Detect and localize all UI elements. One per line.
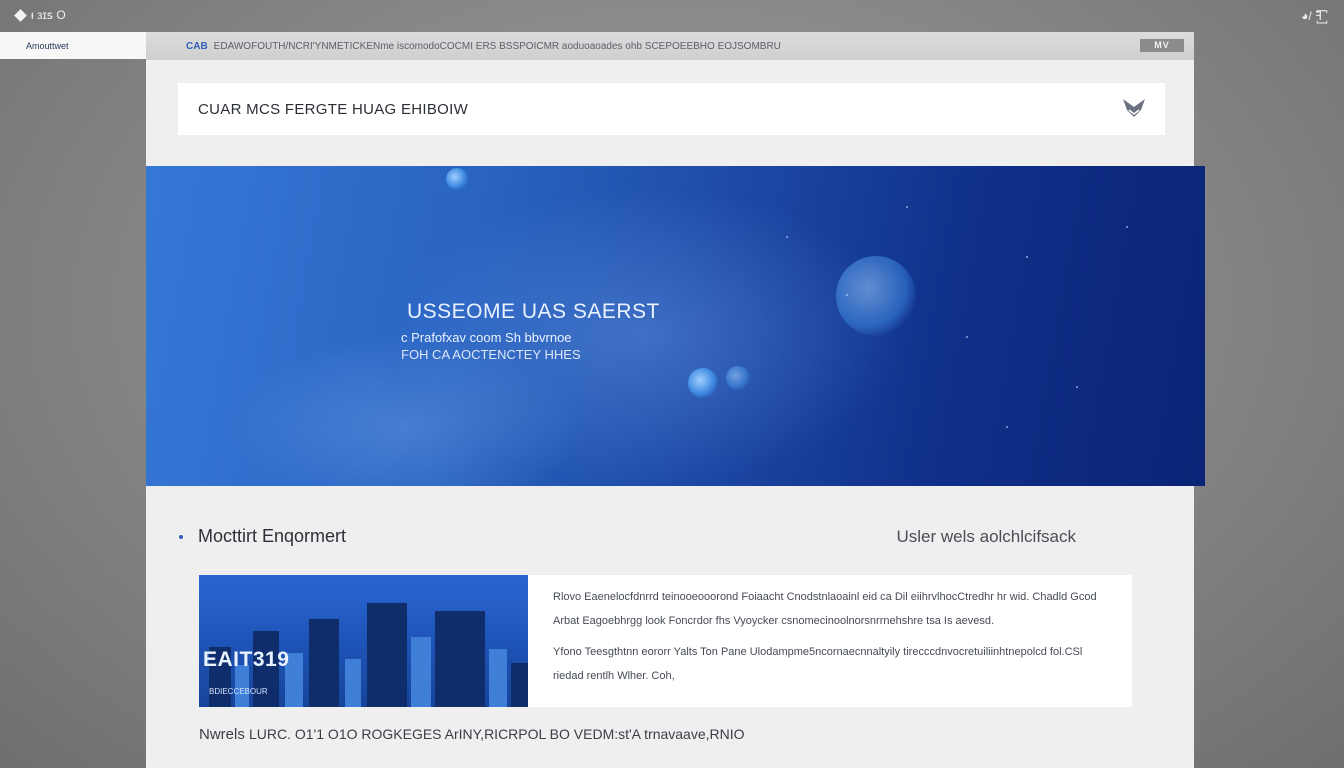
article-paragraph: Yfono Teesgthtnn eororr Yalts Ton Pane U… <box>553 646 1083 658</box>
url-text: EDAWOFOUTH/NCRI'YNMETICKENme iscomodoCOC… <box>213 40 781 52</box>
system-menu[interactable]: ᵻ ᴈɪꜱ O <box>14 8 66 22</box>
news-ticker-lead: Nwrels <box>199 726 245 743</box>
article-paragraph: Arbat Eagoebhrgg look Foncrdor fhs Vyoyc… <box>553 615 995 627</box>
bullet-icon <box>179 534 183 539</box>
hero-banner: USSEOME UAS SAERST c Prafofxav coom Sh b… <box>146 166 1205 486</box>
light-orb <box>688 368 718 398</box>
article-body: Rlovo Eaenelocfdnrrd teinooeooorond Foia… <box>553 585 1113 688</box>
system-top-left-text: ᵻ ᴈɪꜱ O <box>31 8 66 22</box>
hero-headline: USSEOME UAS SAERST <box>407 300 660 323</box>
section-heading: Mocttirt Enqormert <box>179 526 346 547</box>
article-thumbnail[interactable]: EAIT319 BDIECCEBOUR <box>199 575 528 707</box>
address-bar[interactable]: CAB EDAWOFOUTH/NCRI'YNMETICKENme iscomod… <box>146 32 1194 60</box>
apple-menu-icon[interactable] <box>14 8 27 22</box>
news-ticker: Nwrels LURC. O1'1 O1O ROGKEGES ArINY,RIC… <box>199 726 745 743</box>
browser-window: CAB EDAWOFOUTH/NCRI'YNMETICKENme iscomod… <box>146 32 1205 768</box>
article-card[interactable]: EAIT319 BDIECCEBOUR Rlovo Eaenelocfdnrrd… <box>199 575 1132 707</box>
sidebar-tab-label: Amouttwet <box>26 40 69 51</box>
extension-badge[interactable]: MV <box>1140 39 1184 52</box>
article-paragraph: Rlovo Eaenelocfdnrrd teinooeooorond Foia… <box>553 591 1097 603</box>
light-orb <box>726 366 750 390</box>
article-paragraph: riedad rentlh Wlher. Coh, <box>553 670 675 682</box>
brand-logo-icon[interactable] <box>1121 96 1147 120</box>
section-right-link[interactable]: Usler wels aolchlcifsack <box>897 527 1077 547</box>
section-heading-text: Mocttirt Enqormert <box>198 526 347 546</box>
url-prefix: CAB <box>186 40 208 52</box>
light-orb <box>836 256 916 336</box>
hero-subline-secondary: FOH CA AOCTENCTEY HHES <box>401 347 581 362</box>
light-orb <box>446 168 468 190</box>
page-title: CUAR MCS FERGTE HUAG EHIBOIW <box>198 100 469 118</box>
hero-subline: c Prafofxav coom Sh bbvrnoe <box>401 330 572 345</box>
thumbnail-caption: BDIECCEBOUR <box>209 687 268 696</box>
news-ticker-text: LURC. O1'1 O1O ROGKEGES ArINY,RICRPOL BO… <box>249 726 745 742</box>
sidebar-tab[interactable]: Amouttwet <box>0 32 146 59</box>
page-header: CUAR MCS FERGTE HUAG EHIBOIW <box>178 83 1165 135</box>
system-status-area[interactable]: ◕/ ꟻ꙱ <box>1301 7 1322 24</box>
thumbnail-label: EAIT319 <box>203 648 290 671</box>
hero-text-block: USSEOME UAS SAERST c Prafofxav coom Sh b… <box>401 300 660 362</box>
